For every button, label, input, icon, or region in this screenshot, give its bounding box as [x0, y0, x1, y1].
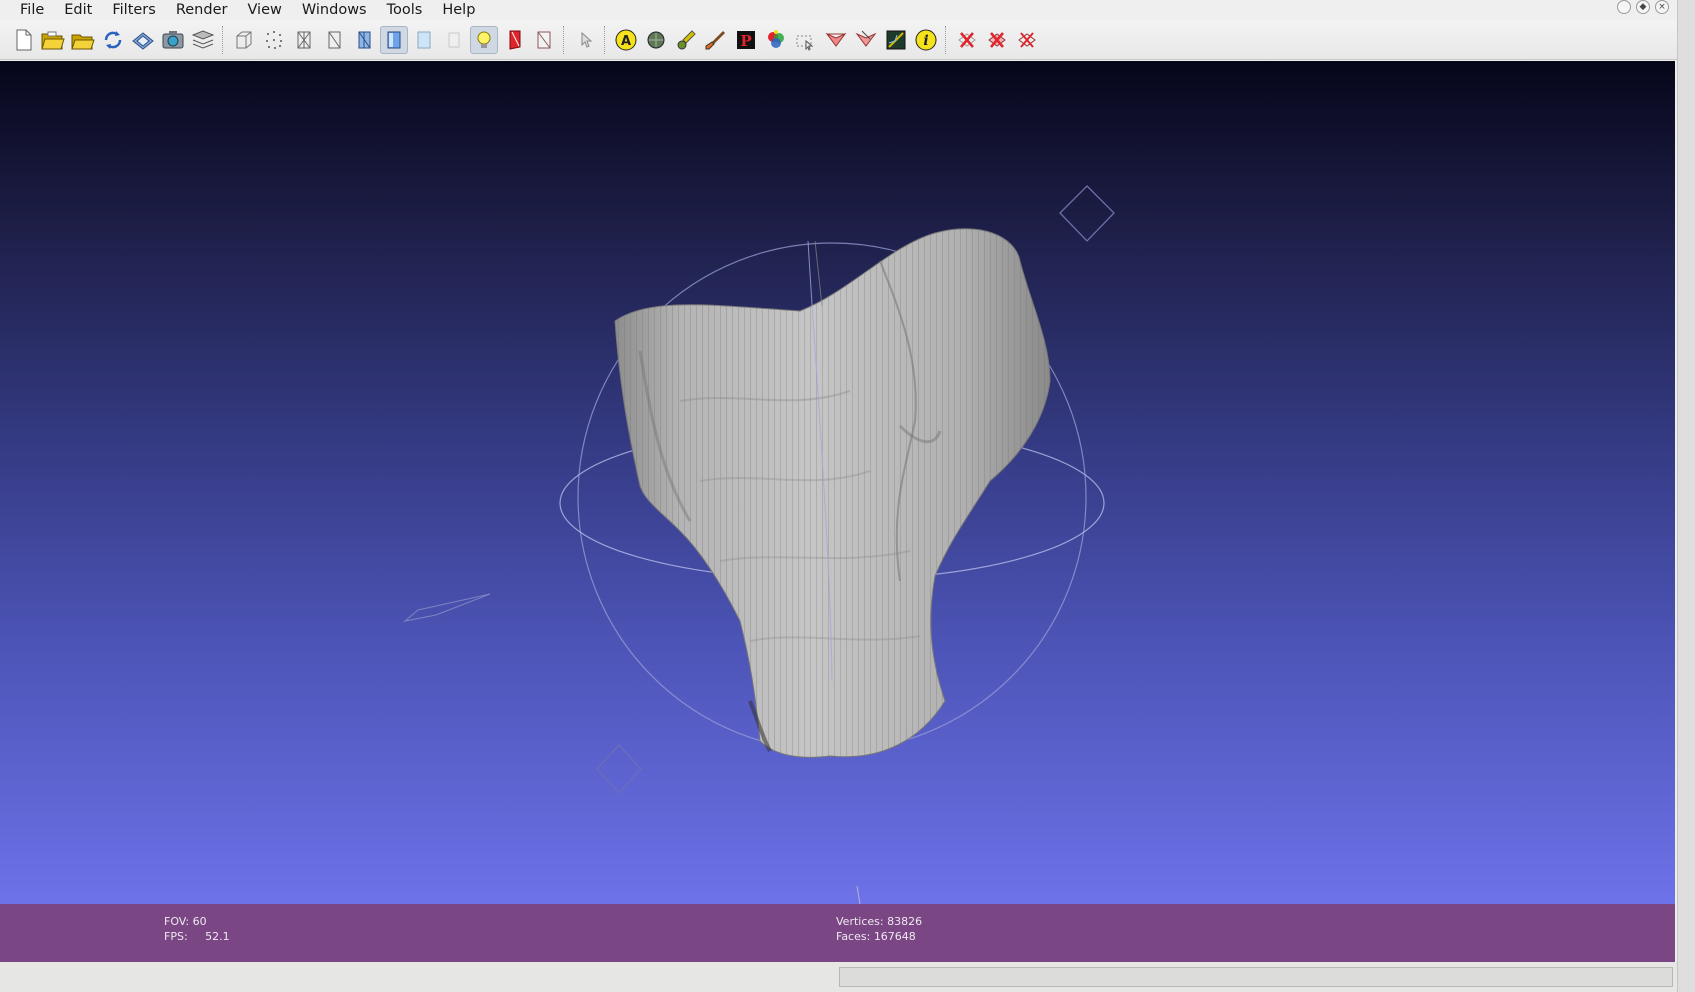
toolbar-separator — [563, 25, 566, 54]
color-icon[interactable] — [762, 26, 790, 54]
smooth-icon[interactable] — [380, 25, 408, 54]
double-side-icon[interactable] — [500, 26, 528, 54]
toolbar: A P i — [0, 20, 1677, 60]
menu-bar: File Edit Filters Render View Windows To… — [0, 0, 1677, 20]
select-faces-icon[interactable] — [792, 26, 820, 54]
brush-icon[interactable] — [702, 26, 730, 54]
progress-bar — [839, 967, 1673, 987]
lighting-icon[interactable] — [470, 25, 498, 54]
trackball-marker — [596, 744, 642, 794]
fps-readout: FPS: 52.1 — [164, 929, 230, 944]
points-icon[interactable] — [260, 26, 288, 54]
menu-file[interactable]: File — [14, 2, 50, 18]
align-icon[interactable]: A — [612, 26, 640, 54]
fps-label: FPS: — [164, 930, 188, 943]
fov-label: FOV: — [164, 915, 190, 928]
menu-help[interactable]: Help — [436, 2, 481, 18]
snapshot-icon[interactable] — [159, 26, 187, 54]
new-project-icon[interactable] — [9, 26, 37, 54]
open-project-icon[interactable] — [39, 26, 67, 54]
faces-readout: Faces: 167648 — [836, 929, 922, 944]
fps-value: 52.1 — [205, 930, 230, 943]
delete-vertices-icon[interactable] — [983, 26, 1011, 54]
delete-faces-icon[interactable] — [953, 26, 981, 54]
toolbar-separator — [222, 25, 225, 54]
import-mesh-icon[interactable] — [69, 26, 97, 54]
fov-readout: FOV: 60 — [164, 914, 230, 929]
select-icon[interactable] — [571, 26, 599, 54]
menu-edit[interactable]: Edit — [58, 2, 98, 18]
mesh-info: Vertices: 83826 Faces: 167648 — [836, 914, 922, 944]
camera-info: FOV: 60 FPS: 52.1 — [164, 914, 230, 944]
reload-icon[interactable] — [99, 26, 127, 54]
vertices-readout: Vertices: 83826 — [836, 914, 922, 929]
delete-selection-icon[interactable] — [1013, 26, 1041, 54]
menu-filters[interactable]: Filters — [106, 2, 161, 18]
image-align-icon[interactable] — [882, 26, 910, 54]
menu-windows[interactable]: Windows — [296, 2, 373, 18]
svg-text:i: i — [923, 33, 928, 49]
bounding-box-icon[interactable] — [230, 26, 258, 54]
faces-label: Faces: — [836, 930, 871, 943]
flat-lines-icon[interactable] — [350, 26, 378, 54]
faces-value: 167648 — [873, 930, 916, 943]
texture-icon[interactable] — [410, 26, 438, 54]
trackball-axis — [814, 240, 823, 307]
bone-mesh[interactable] — [614, 228, 1051, 758]
menu-tools[interactable]: Tools — [381, 2, 429, 18]
color-per-face-icon[interactable] — [530, 26, 558, 54]
edit-reference-icon[interactable] — [852, 26, 880, 54]
close-icon[interactable]: × — [1655, 0, 1669, 14]
toolbar-separator — [604, 25, 607, 54]
info-icon[interactable]: i — [912, 26, 940, 54]
measure-icon[interactable] — [642, 26, 670, 54]
menu-render[interactable]: Render — [170, 2, 234, 18]
svg-text:A: A — [621, 34, 631, 49]
pick-points-icon[interactable]: P — [732, 26, 760, 54]
layers-icon[interactable] — [189, 26, 217, 54]
trackball-marker — [403, 593, 491, 622]
window-edge — [1677, 0, 1695, 992]
hidden-lines-icon[interactable] — [320, 26, 348, 54]
trackball-axis — [856, 885, 861, 904]
toolbar-separator — [945, 25, 948, 54]
save-icon[interactable] — [129, 26, 157, 54]
paint-icon[interactable] — [672, 26, 700, 54]
menu-view[interactable]: View — [241, 2, 287, 18]
restore-icon[interactable]: ◆ — [1636, 0, 1650, 14]
minimize-icon[interactable] — [1617, 0, 1631, 14]
window-controls: ◆ × — [1617, 0, 1669, 14]
3d-viewport[interactable] — [0, 61, 1675, 904]
vertices-label: Vertices: — [836, 915, 884, 928]
fov-value: 60 — [192, 915, 207, 928]
backface-icon[interactable] — [440, 26, 468, 54]
wireframe-icon[interactable] — [290, 26, 318, 54]
vertices-value: 83826 — [887, 915, 923, 928]
scene-canvas — [403, 185, 1115, 904]
trackball-marker — [1059, 185, 1115, 242]
info-overlay: FOV: 60 FPS: 52.1 Vertices: 83826 Faces:… — [0, 904, 1675, 962]
status-bar — [0, 962, 1677, 992]
select-vertices-icon[interactable] — [822, 26, 850, 54]
svg-text:P: P — [740, 32, 751, 50]
